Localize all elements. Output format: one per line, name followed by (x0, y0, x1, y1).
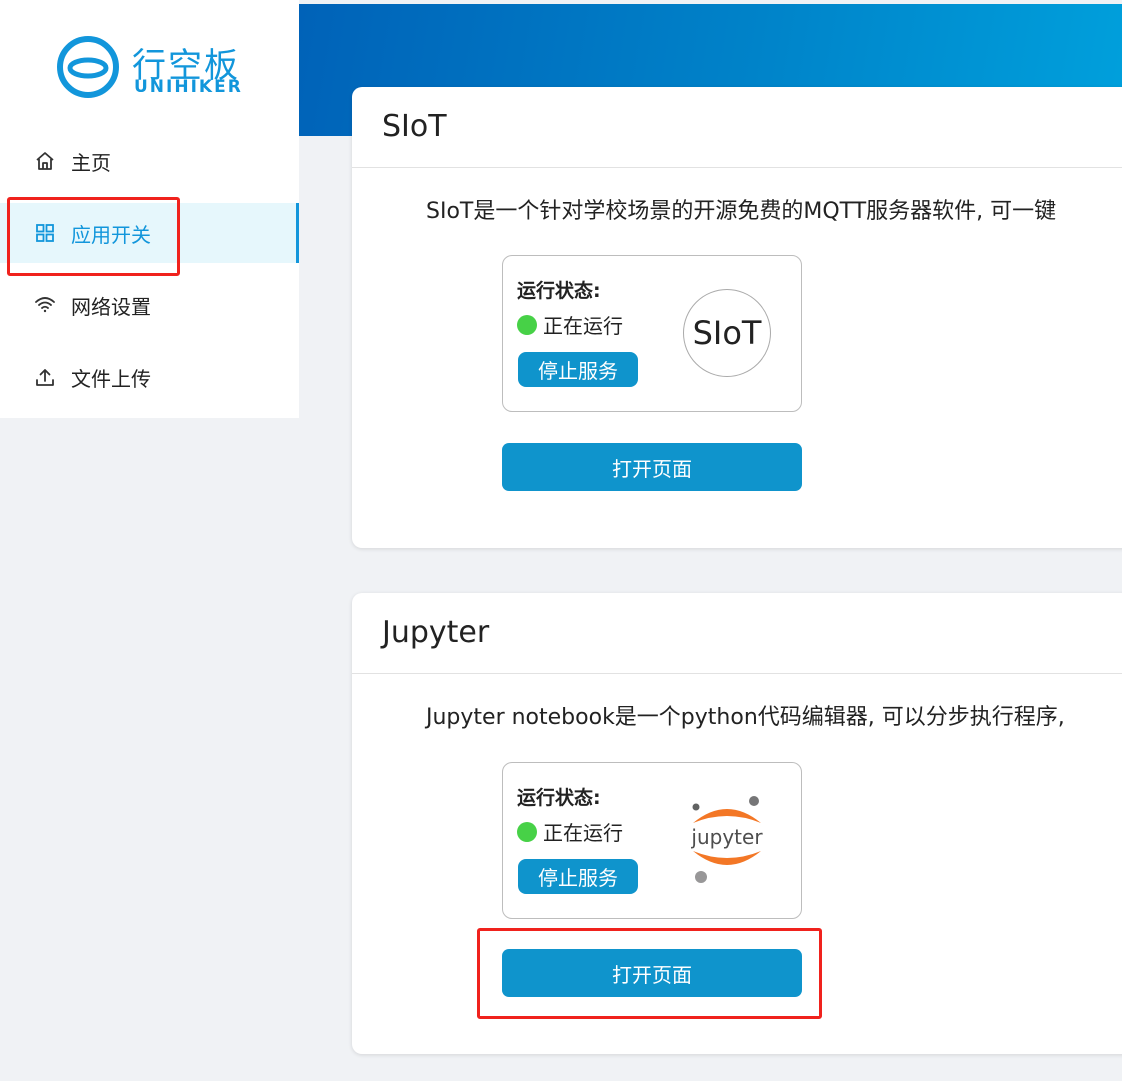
running-dot-icon (517, 314, 537, 335)
sidebar-item-home[interactable]: 主页 (0, 131, 299, 191)
sidebar-item-upload[interactable]: 文件上传 (0, 347, 299, 407)
status-indicator: 正在运行 (517, 817, 623, 846)
wifi-icon (34, 294, 56, 316)
app-card-jupyter: Jupyter Jupyter notebook是一个python代码编辑器, … (352, 593, 1122, 1054)
app-card-description: Jupyter notebook是一个python代码编辑器, 可以分步执行程序… (426, 705, 1065, 730)
status-label: 运行状态: (517, 280, 601, 302)
siot-logo: SIoT (683, 289, 771, 377)
status-panel: 运行状态: 正在运行 停止服务 SIoT (502, 255, 802, 412)
sidebar-item-label: 网络设置 (71, 294, 151, 319)
brand-name-en: UNIHIKER (134, 77, 243, 97)
jupyter-logo-icon: jupyter (690, 796, 763, 883)
grid-icon (34, 222, 56, 244)
sidebar-item-network[interactable]: 网络设置 (0, 275, 299, 335)
sidebar-item-app-switch[interactable]: 应用开关 (0, 203, 299, 263)
sidebar-item-label: 主页 (71, 150, 111, 175)
upload-icon (34, 366, 56, 388)
app-card-title: SIoT (352, 87, 1122, 168)
stop-service-button[interactable]: 停止服务 (518, 859, 638, 894)
status-panel: 运行状态: 正在运行 停止服务 jupyter (502, 762, 802, 919)
sidebar-nav: 主页 应用开关 网络设置 文件上传 (0, 131, 299, 419)
status-label: 运行状态: (517, 787, 601, 809)
home-icon (34, 150, 56, 172)
app-card-siot: SIoT SIoT是一个针对学校场景的开源免费的MQTT服务器软件, 可一键 运… (352, 87, 1122, 548)
open-page-button[interactable]: 打开页面 (502, 949, 802, 997)
stop-service-button[interactable]: 停止服务 (518, 352, 638, 387)
running-dot-icon (517, 821, 537, 842)
app-card-description: SIoT是一个针对学校场景的开源免费的MQTT服务器软件, 可一键 (426, 199, 1057, 224)
status-text: 正在运行 (543, 821, 623, 845)
sidebar-item-label: 应用开关 (71, 222, 151, 247)
sidebar: 行空板 UNIHIKER 主页 应用开关 网络设置 文件上传 (0, 0, 299, 1081)
app-card-title: Jupyter (352, 593, 1122, 674)
unihiker-logo-icon (57, 36, 119, 98)
unihiker-logo: 行空板 UNIHIKER (55, 34, 255, 100)
sidebar-lower-area (0, 418, 299, 1081)
jupyter-logo-text: jupyter (690, 825, 763, 849)
status-text: 正在运行 (543, 314, 623, 338)
status-indicator: 正在运行 (517, 310, 623, 339)
open-page-button[interactable]: 打开页面 (502, 443, 802, 491)
sidebar-item-label: 文件上传 (71, 366, 151, 391)
